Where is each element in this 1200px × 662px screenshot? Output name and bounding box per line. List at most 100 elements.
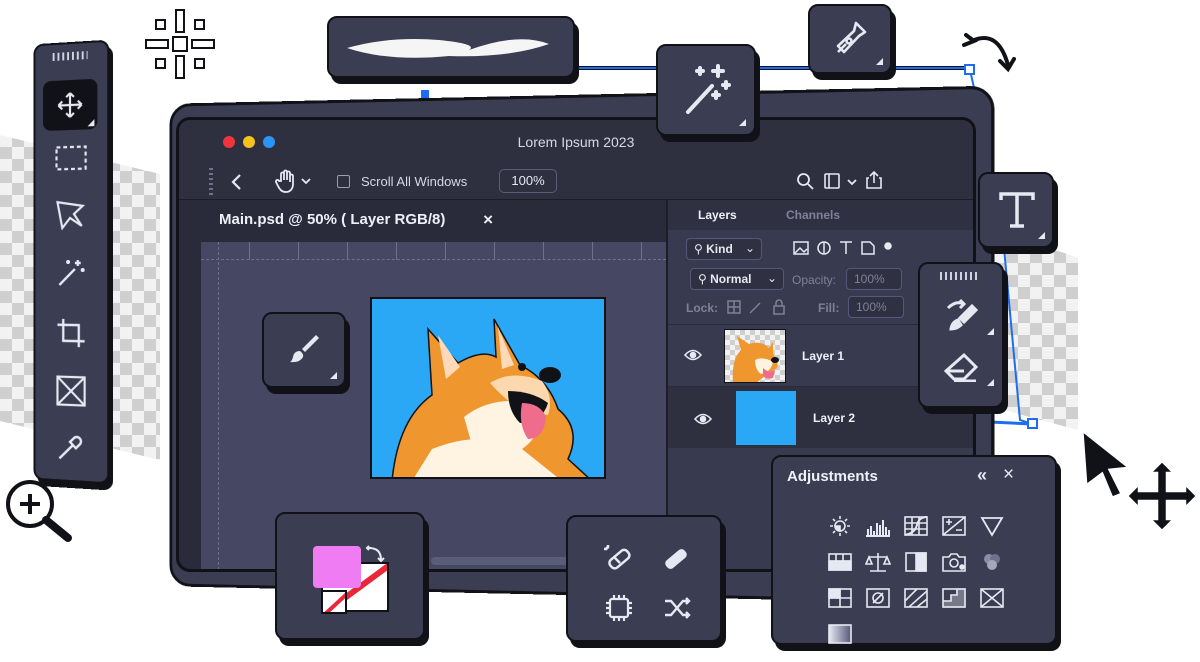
visibility-eye-icon[interactable] <box>694 413 712 425</box>
options-toolbar: Scroll All Windows 100% <box>179 164 973 200</box>
crop-icon[interactable] <box>55 316 88 351</box>
blend-mode-value: Normal <box>710 272 752 286</box>
fill-field[interactable]: 100% <box>848 296 904 318</box>
submenu-indicator <box>87 119 95 127</box>
brightness-icon[interactable] <box>827 515 853 537</box>
black-white-icon[interactable] <box>903 551 929 573</box>
tab-channels[interactable]: Channels <box>786 208 840 222</box>
move-tool-button[interactable] <box>43 78 98 132</box>
tools-panel <box>33 39 110 485</box>
window-title: Lorem Ipsum 2023 <box>517 134 635 150</box>
submenu-indicator <box>876 58 883 65</box>
hand-tool-icon[interactable] <box>275 169 297 193</box>
workspace-icon[interactable] <box>823 172 841 190</box>
layer-thumbnail <box>724 329 786 383</box>
foreground-color-swatch[interactable] <box>313 546 361 588</box>
kind-filter-select[interactable]: ⚲ Kind ⌄ <box>686 238 762 260</box>
lasso-icon[interactable] <box>55 196 88 231</box>
threshold-icon[interactable] <box>941 587 967 609</box>
posterize-icon[interactable] <box>903 587 929 609</box>
layer-name: Layer 2 <box>813 411 856 425</box>
content-aware-move-icon[interactable] <box>662 593 692 623</box>
photo-filter-icon[interactable] <box>941 551 967 573</box>
patch-icon[interactable] <box>604 593 634 623</box>
adjustments-title: Adjustments <box>787 468 878 485</box>
color-balance-icon[interactable] <box>865 551 891 573</box>
blend-mode-select[interactable]: ⚲ Normal ⌄ <box>690 268 784 290</box>
search-icon[interactable] <box>796 172 814 190</box>
panel-grip <box>52 51 88 62</box>
sparkle-icon <box>140 4 220 84</box>
type-tool-button[interactable] <box>978 172 1054 248</box>
fill-label: Fill: <box>818 301 840 315</box>
chevron-left-icon[interactable] <box>229 172 243 192</box>
spot-healing-icon[interactable] <box>602 543 634 575</box>
connector-line <box>895 66 969 70</box>
document-tab[interactable]: Main.psd @ 50% ( Layer RGB/8) × <box>201 200 507 242</box>
connector-line <box>578 66 658 70</box>
brush-icon <box>288 332 322 366</box>
search-icon: ⚲ <box>694 242 703 256</box>
type-icon <box>998 190 1036 230</box>
pen-tool-button[interactable] <box>808 4 892 74</box>
collapse-panel-button[interactable]: « <box>977 465 987 486</box>
document-tab-title: Main.psd @ 50% ( Layer RGB/8) <box>219 211 446 228</box>
submenu-indicator <box>987 328 994 335</box>
marquee-icon[interactable] <box>55 143 88 172</box>
chevron-down-icon[interactable] <box>301 176 311 186</box>
hue-saturation-icon[interactable] <box>827 551 853 573</box>
eraser-icon[interactable] <box>944 352 980 382</box>
eyedropper-icon[interactable] <box>55 429 88 465</box>
kind-filter-label: Kind <box>706 242 733 256</box>
ruler-vertical <box>201 242 219 569</box>
invert-icon[interactable] <box>865 587 891 609</box>
healing-brush-icon[interactable] <box>660 543 692 575</box>
color-swatch-panel <box>275 512 425 640</box>
magic-wand-tool-button[interactable] <box>656 44 756 136</box>
lock-label: Lock: <box>686 301 719 315</box>
close-tab-button[interactable]: × <box>483 210 493 230</box>
close-panel-button[interactable]: × <box>1003 464 1014 486</box>
move-cross-icon <box>1124 458 1200 534</box>
zoom-level-field[interactable]: 100% <box>499 169 557 193</box>
selective-color-icon[interactable] <box>979 587 1005 609</box>
vibrance-icon[interactable] <box>979 515 1005 537</box>
swap-colors-icon[interactable] <box>365 544 387 566</box>
brush-stroke-preview[interactable] <box>327 16 575 78</box>
pen-icon <box>834 20 868 56</box>
healing-tools-panel <box>566 515 722 642</box>
submenu-indicator <box>739 119 746 126</box>
tab-layers[interactable]: Layers <box>698 208 737 222</box>
scroll-all-checkbox[interactable] <box>337 175 350 188</box>
levels-icon[interactable] <box>865 515 891 537</box>
document-canvas[interactable] <box>370 297 606 479</box>
curves-icon[interactable] <box>903 515 929 537</box>
visibility-eye-icon[interactable] <box>684 349 702 361</box>
chevron-down-icon: ⌄ <box>766 271 777 285</box>
search-icon: ⚲ <box>698 272 707 286</box>
title-bar: Lorem Ipsum 2023 <box>179 120 973 164</box>
color-lookup-icon[interactable] <box>827 587 853 609</box>
zoom-icon[interactable] <box>2 478 78 544</box>
layers-panel-tabs: Layers Channels <box>668 200 973 230</box>
chevron-down-icon: ⌄ <box>744 241 755 255</box>
default-colors-swatch[interactable] <box>321 590 347 614</box>
gradient-map-icon[interactable] <box>827 623 853 645</box>
share-icon[interactable] <box>865 170 883 190</box>
frame-icon[interactable] <box>55 373 88 408</box>
handle-point <box>1027 418 1038 429</box>
opacity-field[interactable]: 100% <box>846 268 902 290</box>
scroll-all-label: Scroll All Windows <box>361 174 468 189</box>
brush-tool-button[interactable] <box>262 312 346 388</box>
history-tools-panel <box>918 262 1004 408</box>
handle-point <box>421 90 429 98</box>
lock-icons <box>726 298 806 321</box>
magic-wand-icon <box>682 62 732 118</box>
chevron-down-icon[interactable] <box>847 177 857 187</box>
move-icon <box>56 89 85 120</box>
channel-mixer-icon[interactable] <box>979 551 1005 573</box>
exposure-icon[interactable] <box>941 515 967 537</box>
history-brush-icon[interactable] <box>944 298 980 334</box>
magic-wand-icon[interactable] <box>55 256 88 290</box>
ruler-horizontal <box>201 242 666 260</box>
